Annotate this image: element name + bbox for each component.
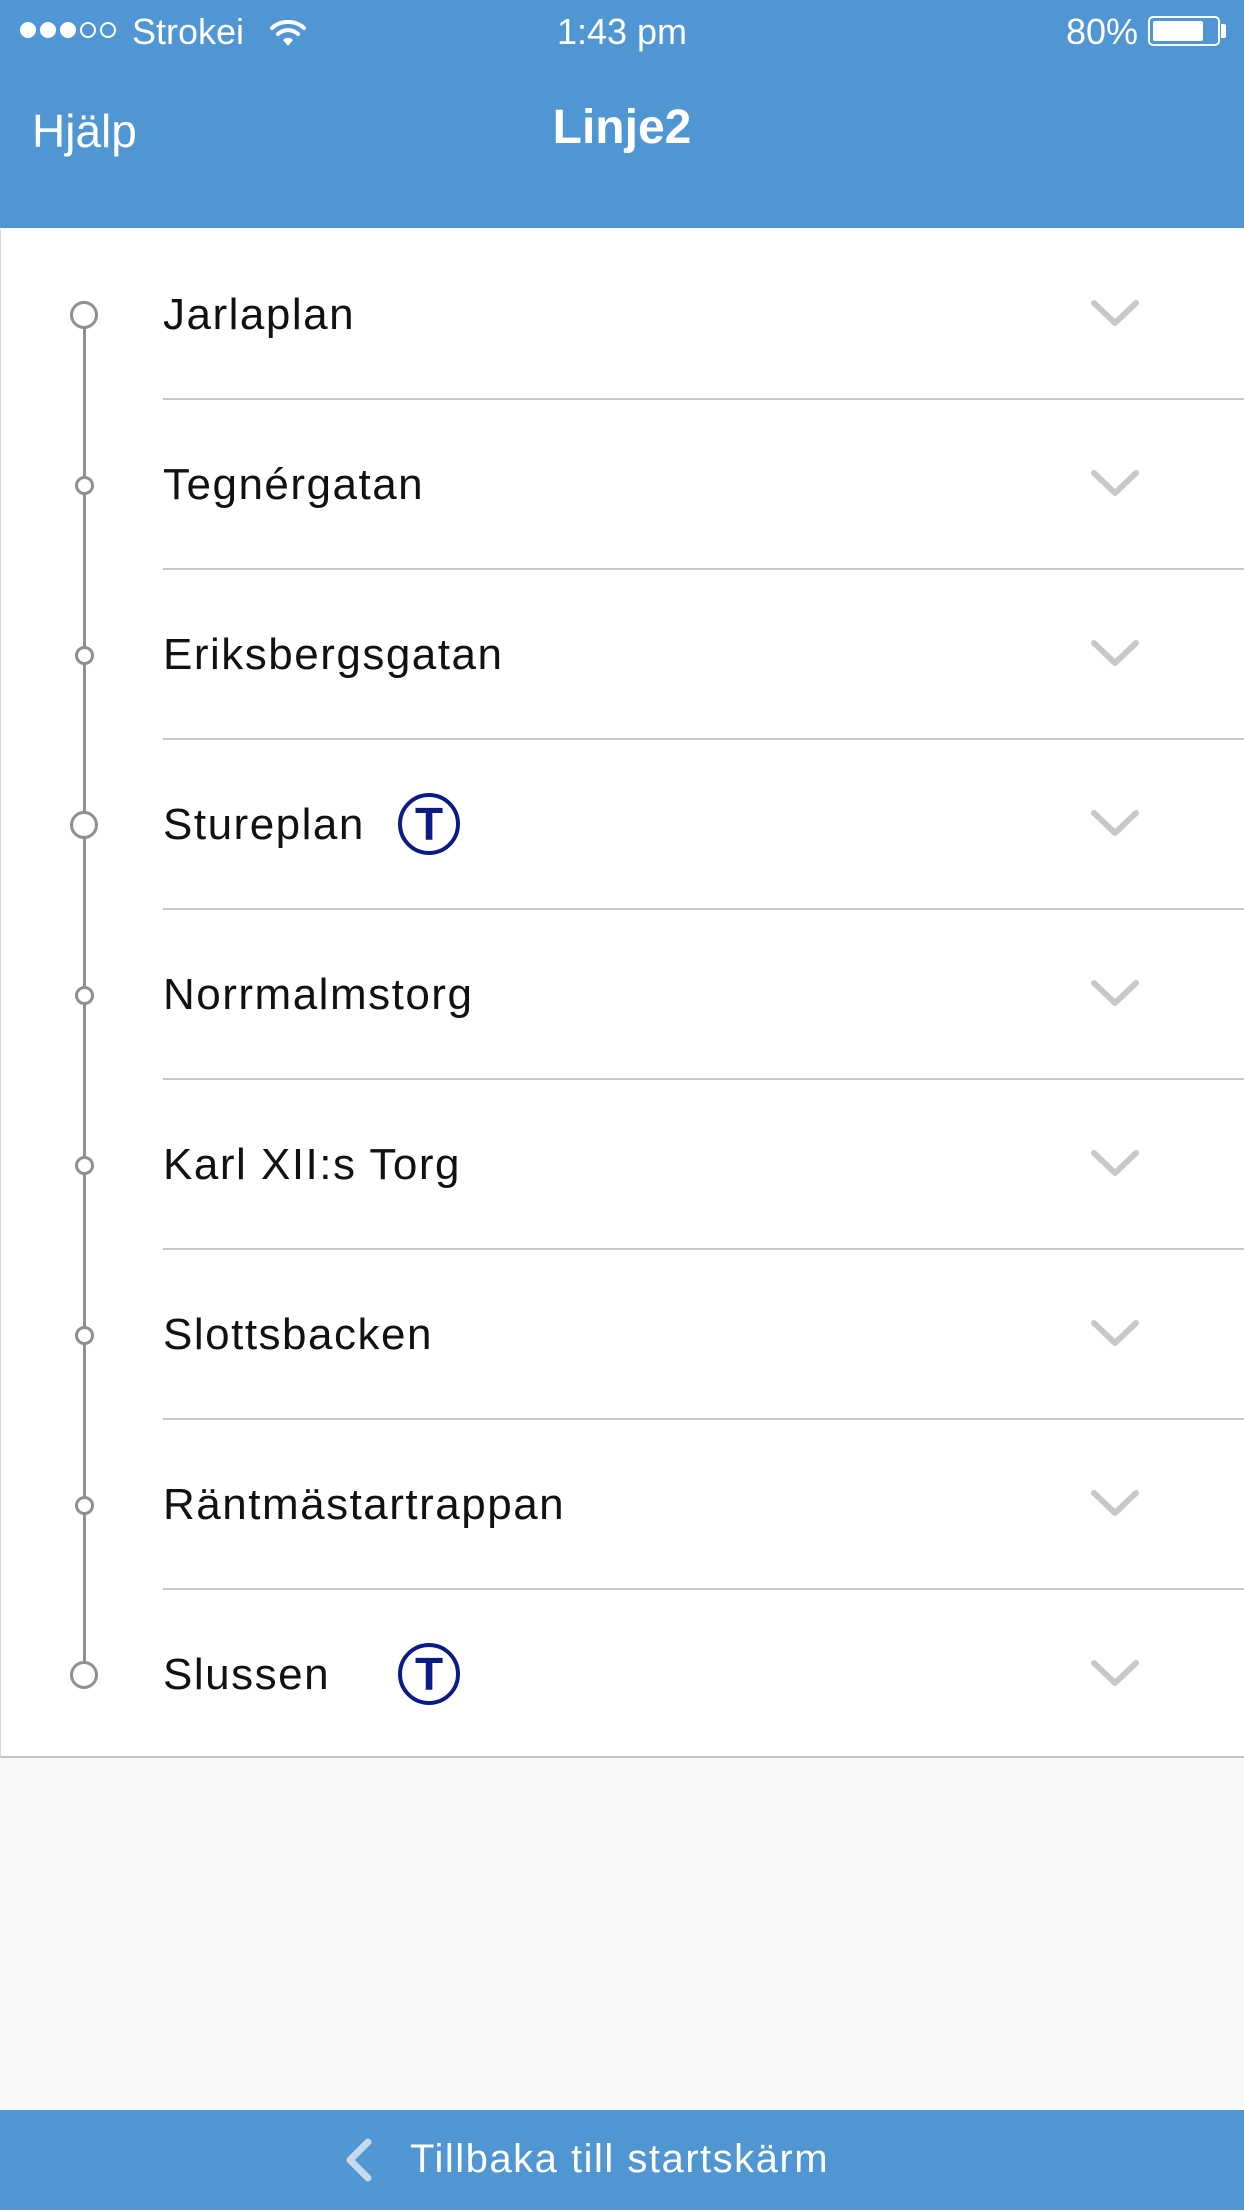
metro-t-icon: T: [398, 793, 460, 855]
back-to-start-button[interactable]: Tillbaka till startskärm: [0, 2110, 1244, 2210]
chevron-left-icon: [346, 2138, 372, 2182]
battery-tip: [1221, 24, 1226, 38]
stop-row[interactable]: Slussen T: [1, 1590, 1244, 1760]
battery-level-fill: [1153, 21, 1203, 41]
stop-name: Slottsbacken: [163, 1310, 433, 1359]
chevron-down-icon[interactable]: [1089, 1658, 1141, 1688]
stop-name: Tegnérgatan: [163, 460, 425, 509]
battery-percentage: 80%: [1065, 11, 1138, 52]
major-stop-marker: [70, 301, 98, 329]
stop-row[interactable]: Stureplan T: [1, 740, 1244, 910]
chevron-down-icon[interactable]: [1089, 978, 1141, 1008]
stop-name: Jarlaplan: [163, 290, 356, 339]
stop-name: Eriksbergsgatan: [163, 630, 504, 679]
battery-icon: [1148, 16, 1220, 46]
chevron-down-icon[interactable]: [1089, 298, 1141, 328]
stop-name: Karl XII:s Torg: [163, 1140, 462, 1189]
stop-row[interactable]: Slottsbacken: [1, 1250, 1244, 1420]
stop-marker: [75, 476, 94, 495]
stop-row[interactable]: Tegnérgatan: [1, 400, 1244, 570]
stop-marker: [75, 1326, 94, 1345]
chevron-down-icon[interactable]: [1089, 1148, 1141, 1178]
stop-marker: [75, 646, 94, 665]
metro-t-icon: T: [398, 1643, 460, 1705]
stop-row[interactable]: Karl XII:s Torg: [1, 1080, 1244, 1250]
major-stop-marker: [70, 1661, 98, 1689]
stop-row[interactable]: Räntmästartrappan: [1, 1420, 1244, 1590]
page-title: Linje2: [552, 101, 692, 154]
stop-marker: [75, 1496, 94, 1515]
stop-name: Räntmästartrappan: [163, 1480, 566, 1529]
stop-list: Jarlaplan Tegnérgatan Eriksbergsgatan Sture…: [0, 230, 1244, 1758]
stop-name: Stureplan: [163, 800, 365, 849]
status-time: 1:43 pm: [556, 11, 688, 52]
stop-name: Slussen: [163, 1650, 331, 1699]
chevron-down-icon[interactable]: [1089, 468, 1141, 498]
major-stop-marker: [70, 811, 98, 839]
stop-name: Norrmalmstorg: [163, 970, 474, 1019]
stop-row[interactable]: Jarlaplan: [1, 230, 1244, 400]
back-to-start-label: Tillbaka till startskärm: [410, 2137, 830, 2181]
status-bar: Strokei 1:43 pm 80%: [0, 0, 1244, 64]
stop-row[interactable]: Norrmalmstorg: [1, 910, 1244, 1080]
stop-marker: [75, 1156, 94, 1175]
navigation-header: Strokei 1:43 pm 80% Hjälp Linje2: [0, 0, 1244, 228]
chevron-down-icon[interactable]: [1089, 808, 1141, 838]
chevron-down-icon[interactable]: [1089, 1318, 1141, 1348]
chevron-down-icon[interactable]: [1089, 638, 1141, 668]
chevron-down-icon[interactable]: [1089, 1488, 1141, 1518]
stop-marker: [75, 986, 94, 1005]
stop-row[interactable]: Eriksbergsgatan: [1, 570, 1244, 740]
